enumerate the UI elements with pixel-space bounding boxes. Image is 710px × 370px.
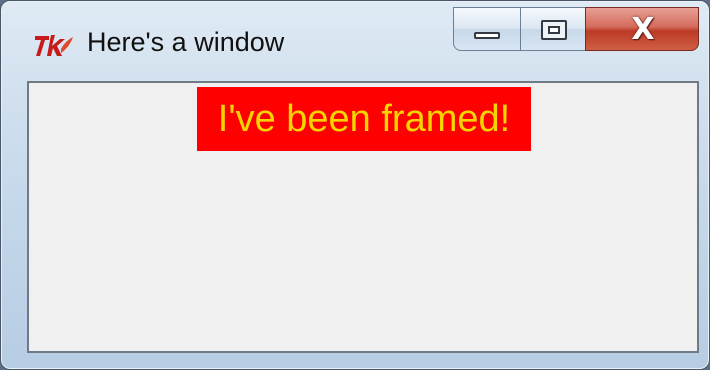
- framed-label: I've been framed!: [197, 87, 531, 151]
- minimize-icon: [474, 32, 500, 39]
- maximize-icon: [541, 20, 567, 40]
- app-window[interactable]: Here's a window X I've been framed!: [0, 0, 710, 370]
- frame-content-area: I've been framed!: [27, 81, 699, 353]
- minimize-button[interactable]: [453, 7, 521, 51]
- close-icon: X: [631, 12, 655, 47]
- close-button[interactable]: X: [585, 7, 699, 51]
- window-title: Here's a window: [87, 27, 285, 57]
- title-bar[interactable]: Here's a window X: [1, 1, 709, 77]
- maximize-button[interactable]: [520, 7, 586, 51]
- caption-buttons: X: [453, 7, 699, 53]
- tk-feather-icon[interactable]: [31, 29, 75, 61]
